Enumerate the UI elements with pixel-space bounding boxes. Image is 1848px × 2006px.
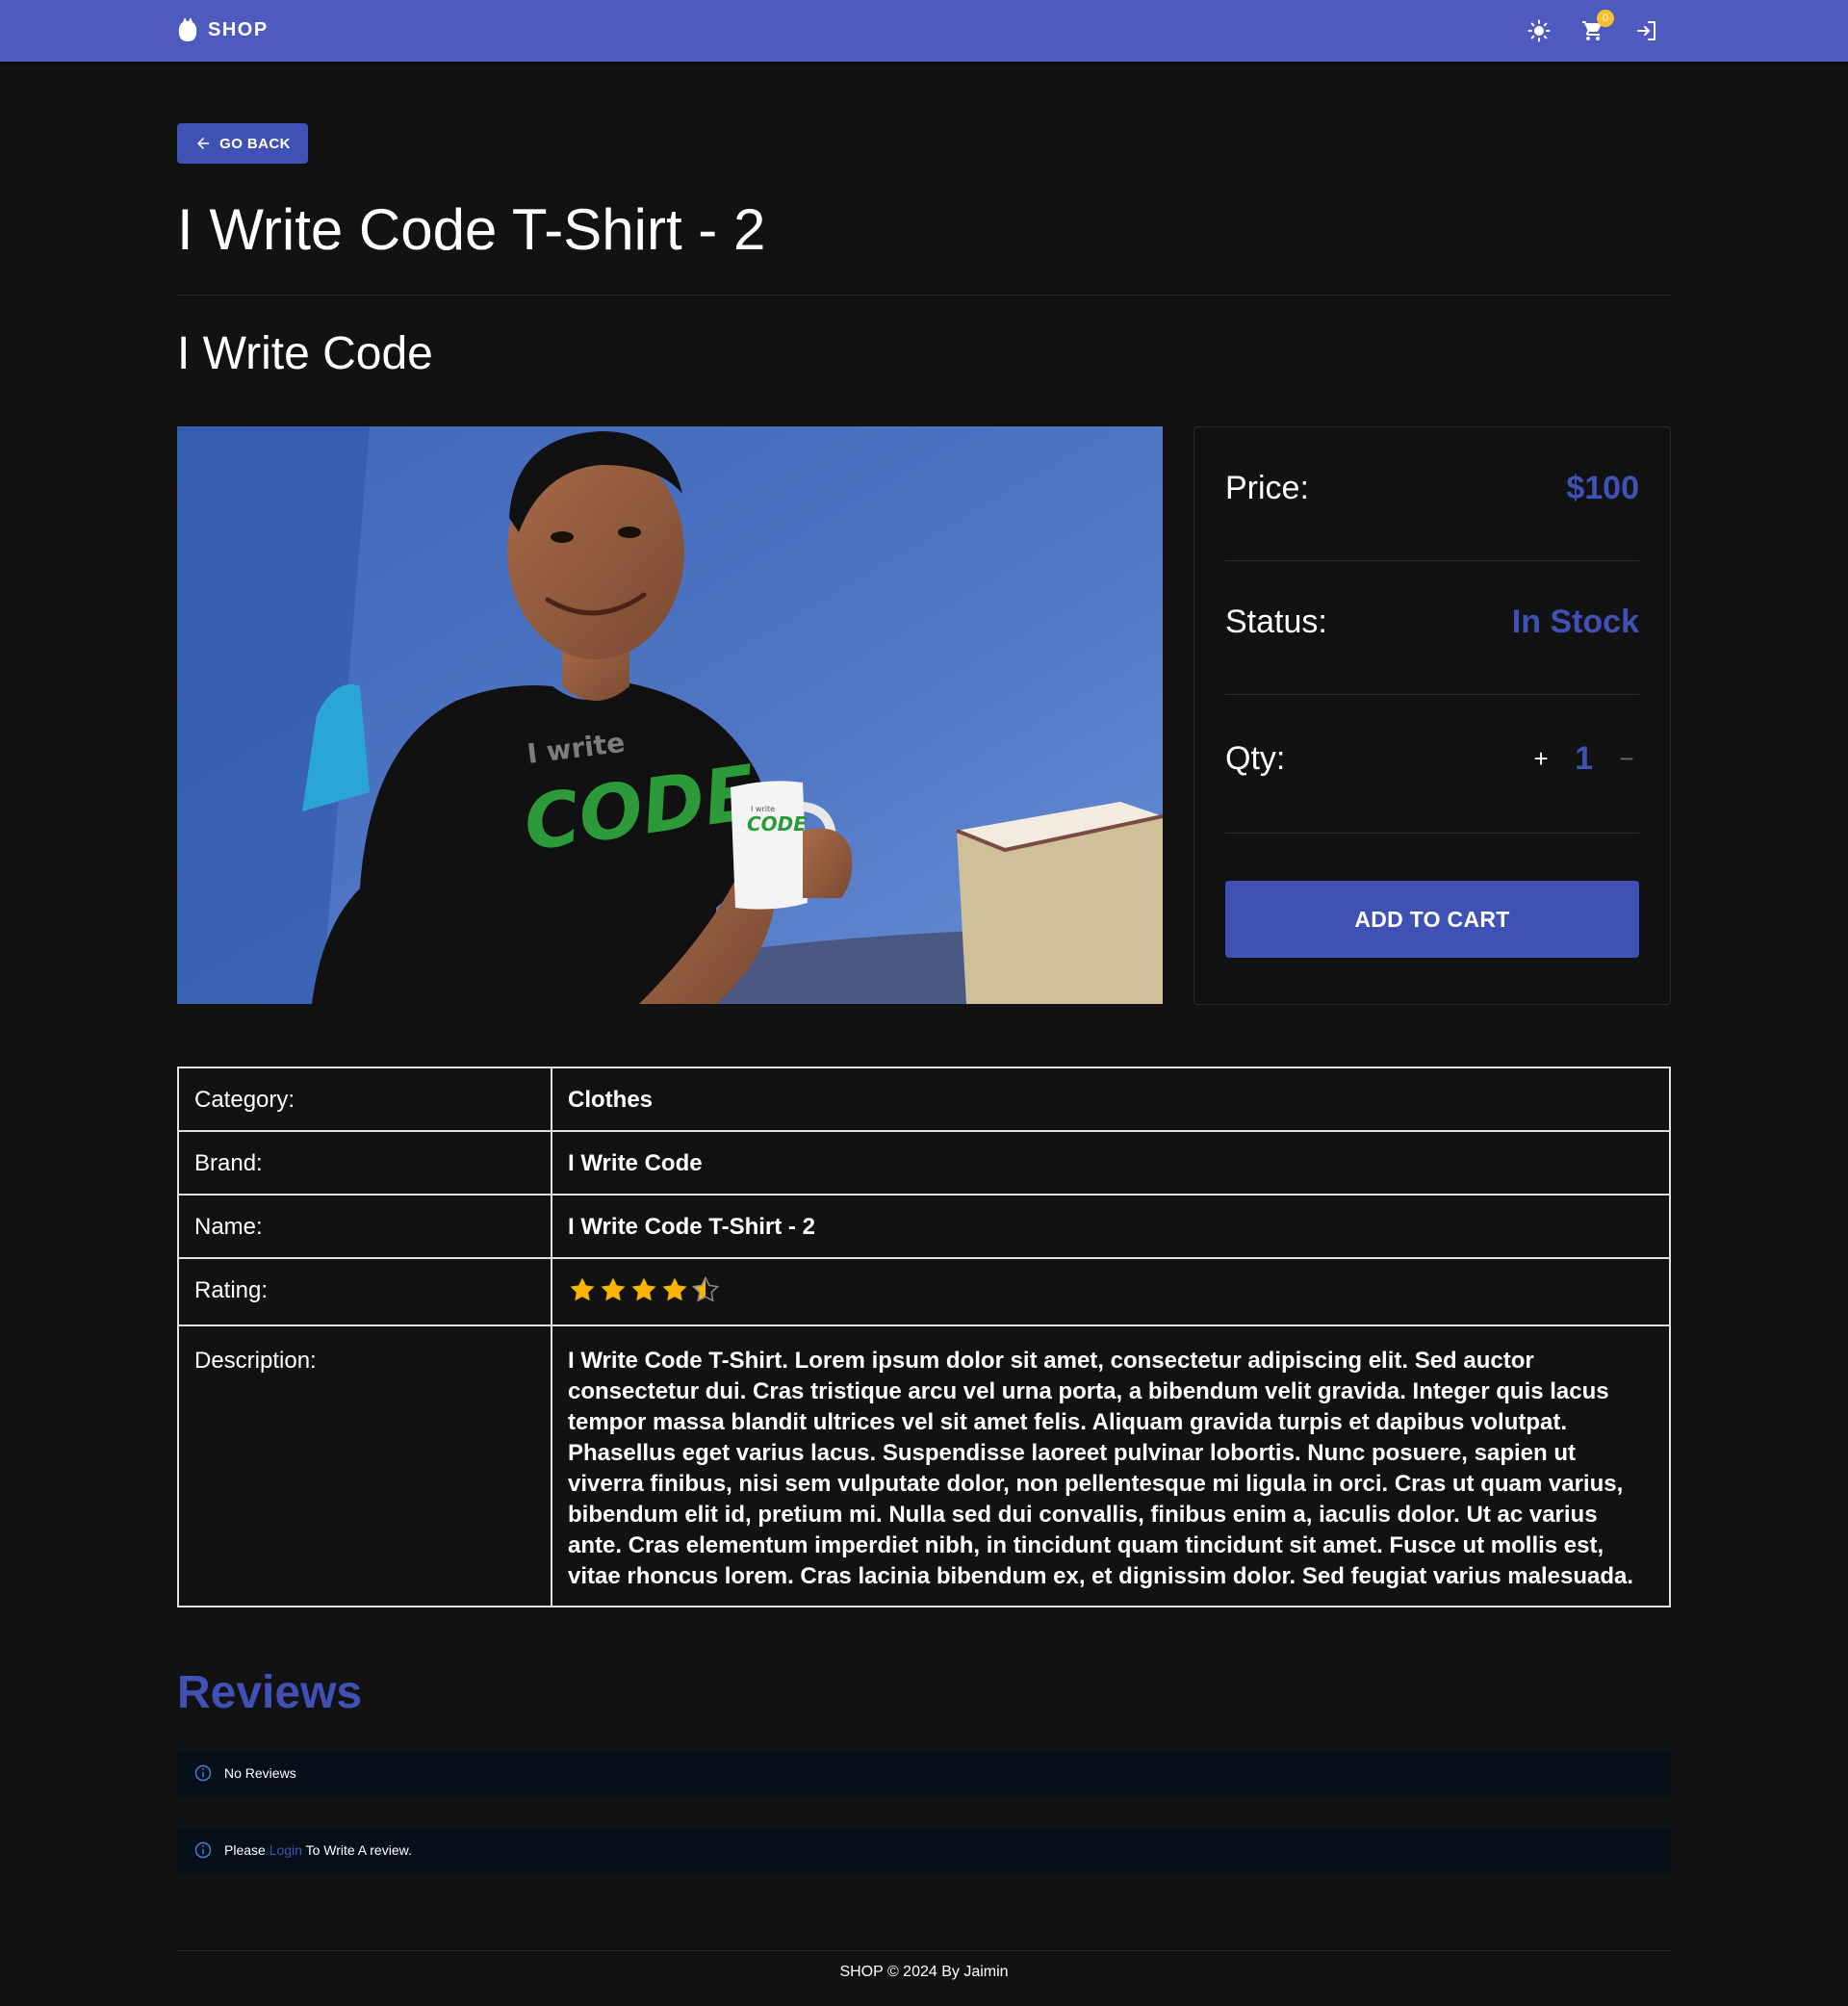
title-divider (177, 295, 1671, 296)
status-value: In Stock (1511, 604, 1639, 640)
price-divider (1225, 560, 1639, 561)
brand-name: SHOP (208, 18, 269, 40)
star-full-icon (631, 1277, 656, 1301)
brightness-icon[interactable] (1524, 15, 1554, 46)
qty-decrease-button[interactable]: − (1614, 744, 1639, 774)
purchase-panel: Price: $100 Status: In Stock Qty: + 1 − … (1194, 426, 1671, 1005)
table-row: Category: Clothes (177, 1067, 1671, 1132)
login-link[interactable]: Login (270, 1842, 302, 1858)
no-reviews-alert: No Reviews (177, 1750, 1671, 1796)
footer-divider (177, 1950, 1671, 1951)
star-rating (568, 1275, 1654, 1304)
no-reviews-text: No Reviews (224, 1765, 296, 1781)
cart-icon[interactable]: 0 (1578, 10, 1614, 46)
product-image: I write CODE I write CODE (177, 426, 1163, 1004)
star-full-icon (601, 1277, 626, 1301)
description-label: Description: (177, 1324, 552, 1607)
table-row: Rating: (177, 1257, 1671, 1326)
name-label: Name: (177, 1194, 552, 1259)
name-value: I Write Code T-Shirt - 2 (551, 1194, 1671, 1259)
price-label: Price: (1225, 470, 1309, 506)
qty-divider (1225, 833, 1639, 834)
description-value: I Write Code T-Shirt. Lorem ipsum dolor … (551, 1324, 1671, 1607)
cart-count-badge: 0 (1597, 10, 1614, 27)
rating-value (551, 1257, 1671, 1326)
login-prefix: Please (224, 1842, 266, 1858)
table-row: Description: I Write Code T-Shirt. Lorem… (177, 1324, 1671, 1607)
login-icon[interactable] (1631, 15, 1662, 46)
brand-label: Brand: (177, 1130, 552, 1196)
category-value: Clothes (551, 1067, 1671, 1132)
rating-label: Rating: (177, 1257, 552, 1326)
info-icon (194, 1764, 212, 1782)
status-label: Status: (1225, 604, 1327, 640)
info-icon (194, 1841, 212, 1859)
reviews-heading: Reviews (177, 1667, 363, 1718)
brand-link[interactable]: SHOP (177, 17, 269, 42)
star-full-icon (662, 1277, 687, 1301)
price-value: $100 (1566, 470, 1639, 506)
mug-print-big: CODE (747, 812, 807, 836)
brand-value: I Write Code (551, 1130, 1671, 1196)
status-row: Status: In Stock (1225, 604, 1639, 641)
go-back-button[interactable]: GO BACK (177, 123, 308, 164)
table-row: Name: I Write Code T-Shirt - 2 (177, 1194, 1671, 1259)
qty-value: 1 (1575, 740, 1593, 777)
go-back-label: GO BACK (219, 135, 291, 152)
login-to-review-alert: Please Login To Write A review. (177, 1827, 1671, 1873)
star-full-icon (570, 1277, 595, 1301)
login-suffix: To Write A review. (305, 1842, 412, 1858)
status-divider (1225, 694, 1639, 695)
category-label: Category: (177, 1067, 552, 1132)
price-row: Price: $100 (1225, 470, 1639, 507)
arrow-left-icon (197, 138, 210, 149)
star-half-icon (691, 1275, 720, 1302)
brand-logo-icon (178, 17, 197, 41)
qty-row: Qty: + 1 − (1225, 740, 1639, 778)
brand-heading: I Write Code (177, 328, 433, 379)
footer-text: SHOP © 2024 By Jaimin (839, 1964, 1009, 1980)
qty-increase-button[interactable]: + (1528, 744, 1553, 774)
product-details-table: Category: Clothes Brand: I Write Code Na… (177, 1067, 1671, 1607)
add-to-cart-button[interactable]: ADD TO CART (1225, 881, 1639, 958)
app-bar: SHOP 0 (0, 0, 1848, 62)
quantity-stepper: + 1 − (1528, 740, 1639, 778)
page-title: I Write Code T-Shirt - 2 (177, 197, 766, 262)
qty-label: Qty: (1225, 740, 1286, 777)
login-to-review-text: Please Login To Write A review. (224, 1842, 412, 1858)
table-row: Brand: I Write Code (177, 1130, 1671, 1196)
